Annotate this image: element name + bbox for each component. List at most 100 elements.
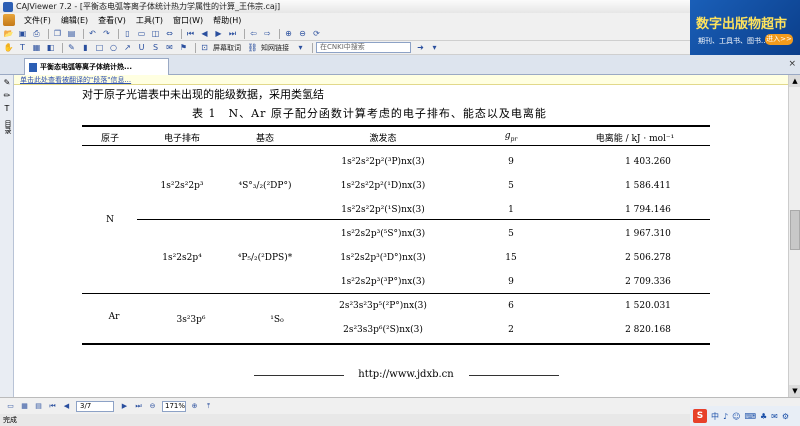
first-page-icon[interactable]: ⏮ xyxy=(185,28,196,39)
document-tab[interactable]: 平衡态电弧等离子体统计热... xyxy=(24,58,169,75)
zoom-in-icon[interactable]: ⊕ xyxy=(283,28,294,39)
zoom-input[interactable]: 171% xyxy=(162,400,186,412)
save-icon[interactable]: ▣ xyxy=(17,28,28,39)
note-panel-icon[interactable]: ✎ xyxy=(2,78,12,88)
last-page-icon[interactable]: ⏭ xyxy=(227,28,238,39)
screen-capture-icon[interactable]: ⊡ xyxy=(199,42,210,53)
single-page-icon[interactable]: ▯ xyxy=(122,28,133,39)
mail-icon[interactable]: ✉ xyxy=(771,412,778,421)
ocr-icon[interactable]: ◧ xyxy=(45,42,56,53)
table-cell-energy: 1 794.146 xyxy=(625,205,671,215)
prev-page-nav-icon[interactable]: ◀ xyxy=(62,402,71,411)
table-cell-energy: 1 586.411 xyxy=(625,181,671,191)
rotate-nav-icon[interactable]: ⤒ xyxy=(204,402,213,411)
keyboard-icon[interactable]: ⌨ xyxy=(744,412,756,421)
rotate-icon[interactable]: ⟳ xyxy=(311,28,322,39)
knowledge-link-icon[interactable]: ⛓ xyxy=(247,42,258,53)
search-go-icon[interactable]: ➜ xyxy=(415,42,426,53)
next-page-icon[interactable]: ▶ xyxy=(213,28,224,39)
table-cell-excited: 1s²2s2p³(³D°)nx(3) xyxy=(340,253,426,263)
page-layout-icon[interactable]: ▤ xyxy=(34,402,43,411)
highlighter-icon[interactable]: ▮ xyxy=(80,42,91,53)
cnki-search-input[interactable]: 在CNKI中搜索 xyxy=(316,42,411,53)
fit-width-icon[interactable]: ⇔ xyxy=(164,28,175,39)
pencil-icon[interactable]: ✎ xyxy=(66,42,77,53)
translation-notice-link[interactable]: 单击此处查看被翻译的"段落"信息... xyxy=(14,75,788,85)
note-icon[interactable]: ✉ xyxy=(164,42,175,53)
circle-icon[interactable]: ○ xyxy=(108,42,119,53)
first-page-nav-icon[interactable]: ⏮ xyxy=(48,402,57,411)
view-mode-icon[interactable]: ▭ xyxy=(6,402,15,411)
menu-help[interactable]: 帮助(H) xyxy=(208,15,246,26)
sogou-ime-icon[interactable]: S xyxy=(693,409,707,423)
menu-edit[interactable]: 编辑(E) xyxy=(56,15,93,26)
facing-page-icon[interactable]: ◫ xyxy=(150,28,161,39)
menu-window[interactable]: 窗口(W) xyxy=(168,15,208,26)
close-tab-icon[interactable]: × xyxy=(788,59,796,69)
document-view: 单击此处查看被翻译的"段落"信息... 对于原子光谱表中未出现的能级数据，采用类… xyxy=(14,75,788,397)
rectangle-icon[interactable]: □ xyxy=(94,42,105,53)
table-cell-energy: 2 506.278 xyxy=(625,253,671,263)
screen-capture-label[interactable]: 屏幕取词 xyxy=(213,43,241,53)
knowledge-link-label[interactable]: 知网链接 xyxy=(261,43,289,53)
header-ground: 基态 xyxy=(255,134,275,144)
hand-tool-icon[interactable]: ✋ xyxy=(3,42,14,53)
arrow-icon[interactable]: ↗ xyxy=(122,42,133,53)
digital-publishing-ad[interactable]: 数字出版物超市 期刊、工具书、图书... 进入>> xyxy=(690,0,800,55)
print-icon[interactable]: ⎙ xyxy=(31,28,42,39)
document-tab-bar: 平衡态电弧等离子体统计热... × xyxy=(0,55,800,75)
emoji-icon[interactable]: ☺ xyxy=(732,412,740,421)
undo-icon[interactable]: ↶ xyxy=(87,28,98,39)
skin-icon[interactable]: ♣ xyxy=(760,412,767,421)
chinese-mode-icon[interactable]: 中 xyxy=(711,411,719,422)
table-cell-config: 1s²2s2p⁴ xyxy=(162,253,202,263)
table-cell-excited: 1s²2s2p³(³P°)nx(3) xyxy=(340,277,426,287)
bookmark-icon[interactable]: ⚑ xyxy=(178,42,189,53)
scroll-up-icon[interactable]: ▲ xyxy=(789,75,800,87)
zoom-out-nav-icon[interactable]: ⊖ xyxy=(148,402,157,411)
prev-page-icon[interactable]: ◀ xyxy=(199,28,210,39)
redo-icon[interactable]: ↷ xyxy=(101,28,112,39)
settings-icon[interactable]: ⚙ xyxy=(782,412,789,421)
toolbar-separator xyxy=(118,28,119,39)
scroll-thumb[interactable] xyxy=(790,210,800,250)
thumbnail-icon[interactable]: ▦ xyxy=(20,402,29,411)
ad-enter-button[interactable]: 进入>> xyxy=(765,34,793,45)
table-n-sep-rule xyxy=(137,219,710,220)
ime-tray: S 中 ♪ ☺ ⌨ ♣ ✉ ⚙ xyxy=(690,406,800,426)
page-number-input[interactable]: 3/7 xyxy=(76,400,114,412)
text-panel-icon[interactable]: T xyxy=(2,104,12,114)
select-image-icon[interactable]: ▦ xyxy=(31,42,42,53)
menu-view[interactable]: 查看(V) xyxy=(93,15,131,26)
paste-icon[interactable]: ▤ xyxy=(66,28,77,39)
back-icon[interactable]: ⇦ xyxy=(248,28,259,39)
table-cell-g: 5 xyxy=(508,181,514,191)
copy-icon[interactable]: ❐ xyxy=(52,28,63,39)
menu-tools[interactable]: 工具(T) xyxy=(131,15,168,26)
zoom-out-icon[interactable]: ⊖ xyxy=(297,28,308,39)
last-page-nav-icon[interactable]: ⏭ xyxy=(134,402,143,411)
document-menu-icon[interactable] xyxy=(3,14,15,26)
page-navigation-bar: ▭ ▦ ▤ ⏮ ◀ 3/7 ▶ ⏭ ⊖ 171% ⊕ ⤒ xyxy=(0,397,800,414)
toc-panel-label[interactable]: 目录 xyxy=(3,120,13,134)
pencil-panel-icon[interactable]: ✏ xyxy=(2,91,12,101)
zoom-in-nav-icon[interactable]: ⊕ xyxy=(190,402,199,411)
footer-right-line xyxy=(469,375,559,376)
table-cell-excited: 1s²2s²2p²(¹D)nx(3) xyxy=(340,181,426,191)
next-page-nav-icon[interactable]: ▶ xyxy=(120,402,129,411)
vertical-scrollbar[interactable]: ▲ ▼ xyxy=(788,75,800,397)
dropdown-icon[interactable]: ▾ xyxy=(295,42,306,53)
strikeout-icon[interactable]: S xyxy=(150,42,161,53)
continuous-page-icon[interactable]: ▭ xyxy=(136,28,147,39)
scroll-down-icon[interactable]: ▼ xyxy=(789,385,800,397)
forward-icon[interactable]: ⇨ xyxy=(262,28,273,39)
table-top-rule xyxy=(82,125,710,127)
table-cell-g: 1 xyxy=(508,205,514,215)
header-g: gpr xyxy=(505,131,517,143)
menu-file[interactable]: 文件(F) xyxy=(19,15,56,26)
punctuation-icon[interactable]: ♪ xyxy=(723,412,728,421)
search-options-icon[interactable]: ▾ xyxy=(429,42,440,53)
open-folder-icon[interactable]: 📂 xyxy=(3,28,14,39)
select-text-icon[interactable]: T xyxy=(17,42,28,53)
underline-icon[interactable]: U xyxy=(136,42,147,53)
